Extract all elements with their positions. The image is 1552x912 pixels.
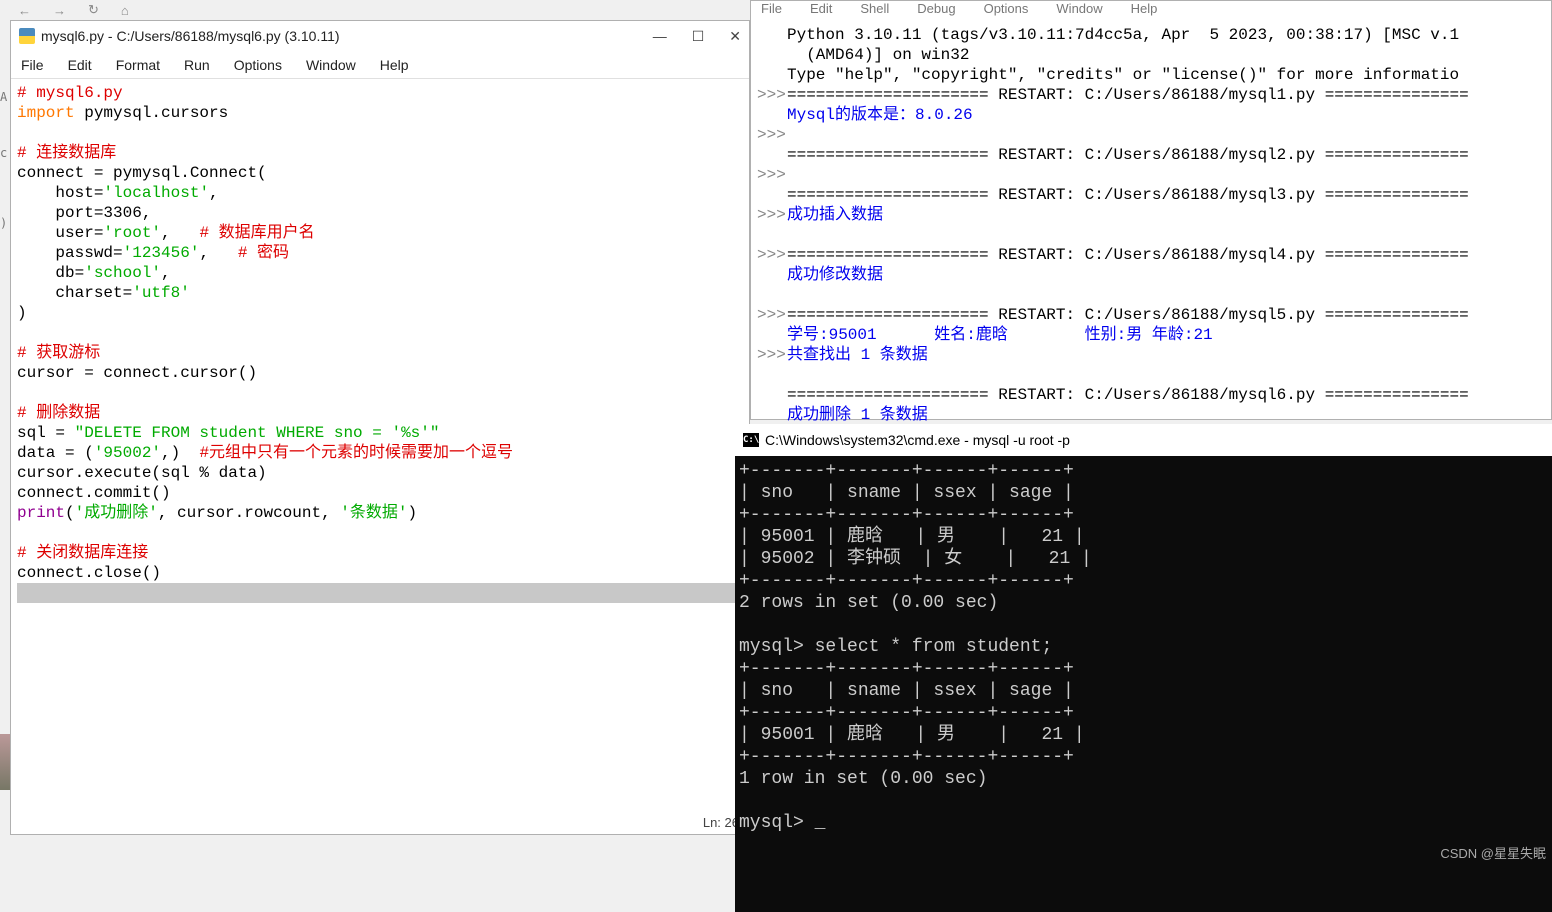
- bg-gutter-fragment: Ac): [0, 90, 10, 230]
- idle-shell-window: File Edit Shell Debug Options Window Hel…: [750, 0, 1552, 420]
- status-bar: Ln: 26: [703, 815, 739, 830]
- shell-content: Python 3.10.11 (tags/v3.10.11:7d4cc5a, A…: [787, 25, 1545, 425]
- maximize-button[interactable]: ☐: [692, 28, 705, 45]
- window-title-bar[interactable]: mysql6.py - C:/Users/86188/mysql6.py (3.…: [11, 21, 749, 51]
- menu-debug[interactable]: Debug: [917, 1, 955, 16]
- close-button[interactable]: ✕: [729, 28, 741, 45]
- watermark: CSDN @星星失眠: [1440, 843, 1546, 862]
- menu-run[interactable]: Run: [184, 57, 210, 73]
- browser-nav-fragment: ←→↻⌂: [18, 0, 129, 20]
- window-title: mysql6.py - C:/Users/86188/mysql6.py (3.…: [41, 28, 653, 44]
- menu-window[interactable]: Window: [1056, 1, 1102, 16]
- menu-edit[interactable]: Edit: [810, 1, 832, 16]
- python-icon: [19, 28, 35, 44]
- shell-menu-bar: File Edit Shell Debug Options Window Hel…: [751, 1, 1551, 21]
- menu-window[interactable]: Window: [306, 57, 356, 73]
- idle-menu-bar: File Edit Format Run Options Window Help: [11, 51, 749, 79]
- menu-help[interactable]: Help: [380, 57, 409, 73]
- cmd-icon: C:\: [743, 433, 759, 447]
- menu-edit[interactable]: Edit: [68, 57, 92, 73]
- cmd-output[interactable]: +-------+-------+------+------+ | sno | …: [735, 456, 1552, 838]
- active-line: [17, 583, 743, 603]
- cmd-title: C:\Windows\system32\cmd.exe - mysql -u r…: [765, 432, 1070, 448]
- shell-prompts: >>> >>> >>> >>> >>> >>> >>>: [757, 25, 787, 425]
- menu-file[interactable]: File: [21, 57, 44, 73]
- code-editor[interactable]: # mysql6.py import pymysql.cursors # 连接数…: [11, 79, 749, 789]
- idle-editor-window: mysql6.py - C:/Users/86188/mysql6.py (3.…: [10, 20, 750, 835]
- shell-output[interactable]: >>> >>> >>> >>> >>> >>> >>> Python 3.10.…: [751, 21, 1551, 429]
- cmd-title-bar[interactable]: C:\ C:\Windows\system32\cmd.exe - mysql …: [735, 424, 1552, 456]
- menu-help[interactable]: Help: [1131, 1, 1158, 16]
- menu-options[interactable]: Options: [984, 1, 1029, 16]
- menu-shell[interactable]: Shell: [860, 1, 889, 16]
- menu-options[interactable]: Options: [234, 57, 282, 73]
- cmd-window: C:\ C:\Windows\system32\cmd.exe - mysql …: [735, 424, 1552, 912]
- minimize-button[interactable]: —: [653, 28, 667, 45]
- avatar-fragment: [0, 734, 10, 790]
- menu-file[interactable]: File: [761, 1, 782, 16]
- menu-format[interactable]: Format: [116, 57, 160, 73]
